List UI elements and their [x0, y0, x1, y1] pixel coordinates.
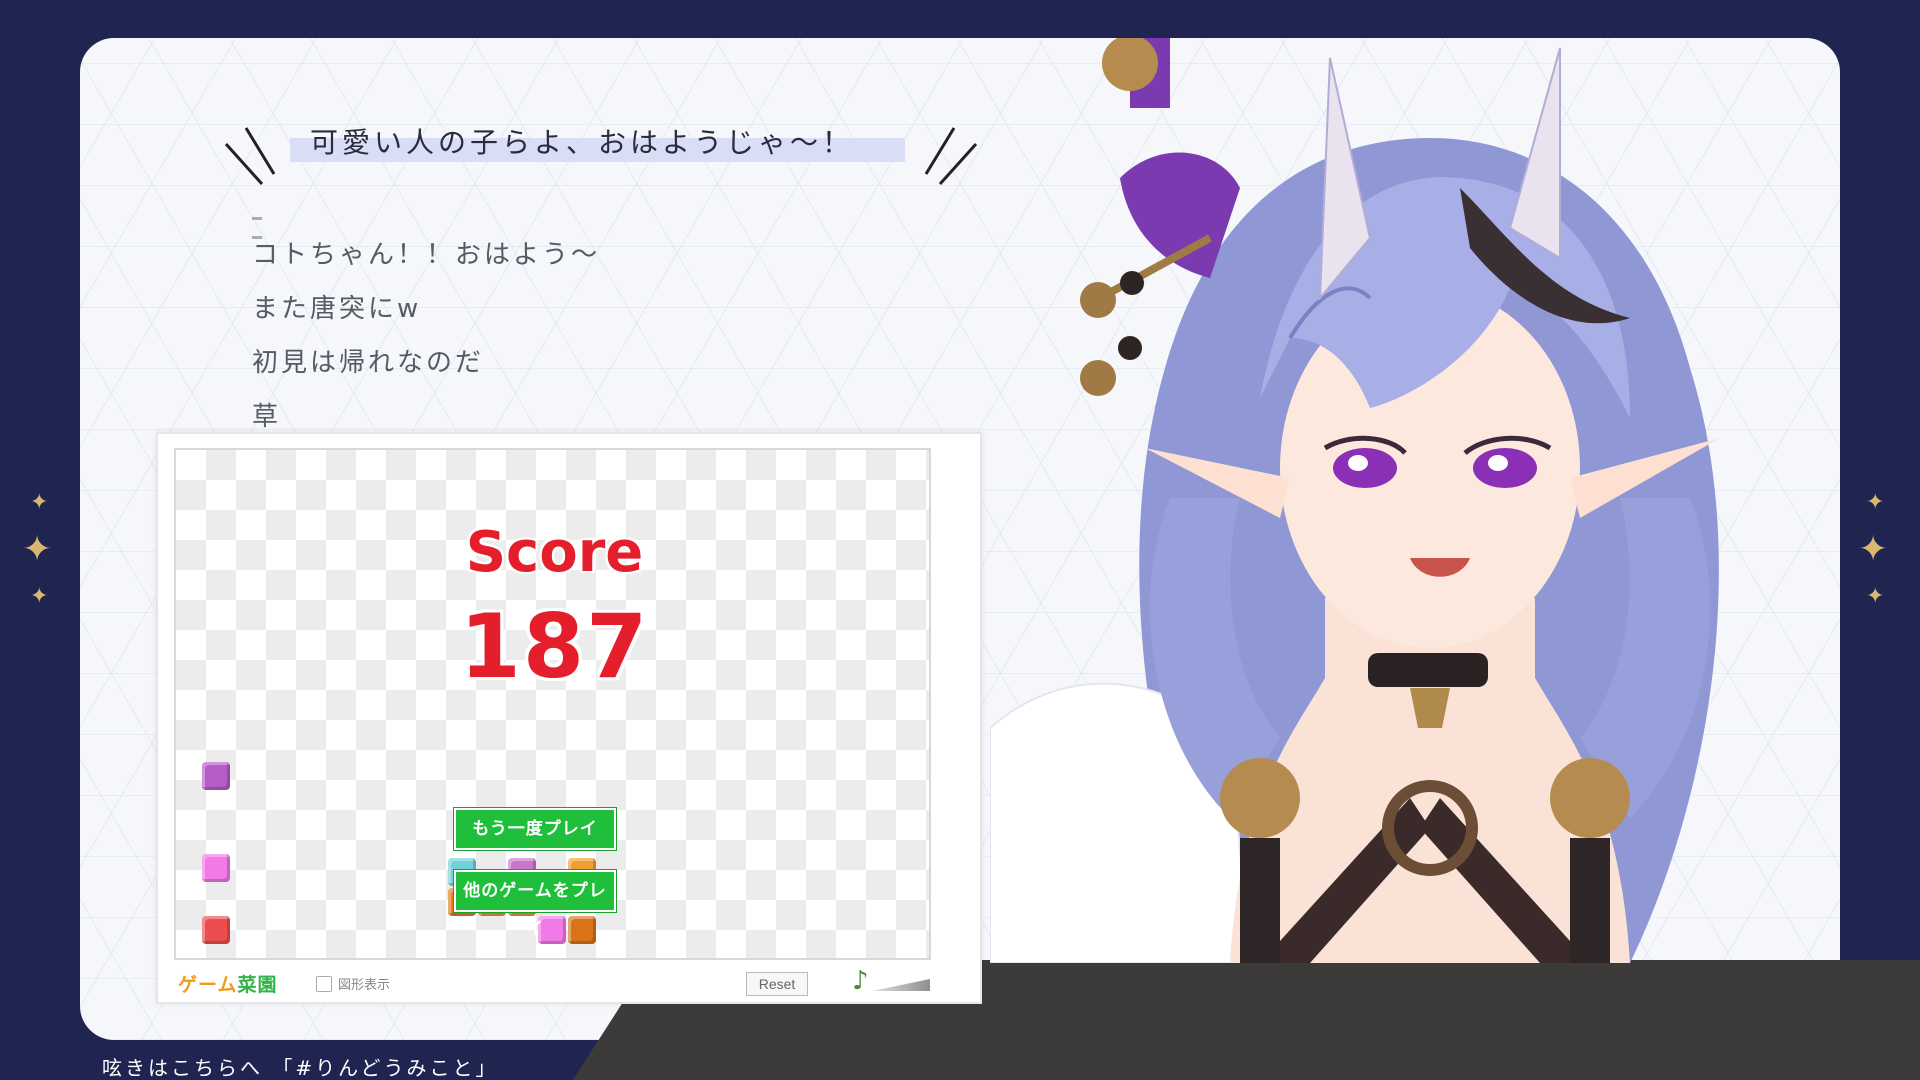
chat-truncated-line [252, 205, 292, 239]
sparkle-right-top: ✦ [1866, 490, 1885, 515]
game-footer: ゲーム菜園 図形表示 Reset ♪ [158, 964, 984, 1004]
logo-text-part1: ゲーム [178, 974, 238, 996]
game-window: Score 187 もう一度プレイ 他のゲームをプレイ ゲーム菜園 図形表示 R… [156, 432, 982, 1004]
sparkle-left-bottom: ✦ [30, 584, 49, 609]
block-orange [568, 916, 596, 944]
game-board[interactable]: Score 187 もう一度プレイ 他のゲームをプレイ [174, 448, 931, 960]
block-pink [202, 854, 230, 882]
sparkle-left-top: ✦ [30, 490, 49, 515]
sparkle-left-mid: ✦ [22, 529, 53, 570]
chat-message: コトちゃん！！おはよう〜 [252, 240, 601, 270]
chat-message: また唐突にw [252, 294, 422, 324]
block-purple [202, 762, 230, 790]
volume-slider[interactable] [872, 979, 930, 991]
sparkle-right-mid: ✦ [1858, 529, 1889, 570]
shape-display-checkbox[interactable] [316, 975, 332, 992]
shape-display-label: 図形表示 [338, 978, 391, 993]
logo-text-part2: 菜園 [237, 974, 278, 996]
score-value: 187 [459, 595, 650, 698]
reset-button[interactable]: Reset [746, 972, 808, 996]
header-deco-left [224, 127, 276, 186]
caption-text: 呟きはこちらへ 「#りんどうみこと」 [102, 1056, 499, 1080]
block-red [202, 916, 230, 944]
chat-message: 初見は帰れなのだ [252, 348, 485, 378]
header-deco-right [924, 127, 978, 186]
chat-list: コトちゃん！！おはよう〜 また唐突にw 初見は帰れなのだ 草 [252, 235, 600, 451]
header-message: 可愛い人の子らよ、おはようじゃ〜！ [310, 126, 855, 159]
vtuber-avatar [990, 38, 1720, 963]
play-again-button[interactable]: もう一度プレイ [453, 807, 617, 851]
other-games-button[interactable]: 他のゲームをプレイ [453, 869, 617, 939]
game-saien-logo[interactable]: ゲーム菜園 [178, 970, 277, 997]
shape-display-toggle[interactable]: 図形表示 [316, 974, 390, 993]
sparkle-right-bottom: ✦ [1866, 584, 1885, 609]
music-note-icon[interactable]: ♪ [852, 966, 869, 996]
score-label: Score [465, 520, 644, 585]
